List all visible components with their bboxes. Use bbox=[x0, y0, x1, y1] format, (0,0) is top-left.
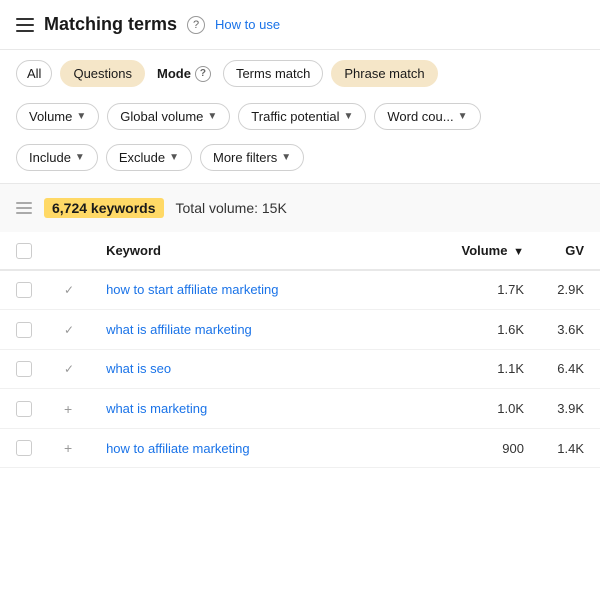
row-checkbox-cell bbox=[0, 389, 48, 429]
row-action-cell: + bbox=[48, 428, 90, 468]
row-checkbox[interactable] bbox=[16, 282, 32, 298]
volume-cell: 1.6K bbox=[445, 310, 540, 350]
exclude-chevron-icon: ▼ bbox=[169, 152, 179, 163]
all-filter-button[interactable]: All bbox=[16, 60, 52, 87]
gv-cell: 1.4K bbox=[540, 428, 600, 468]
gv-cell: 3.9K bbox=[540, 389, 600, 429]
keyword-cell: what is affiliate marketing bbox=[90, 310, 445, 350]
header-action-cell bbox=[48, 232, 90, 270]
word-count-chevron-icon: ▼ bbox=[458, 111, 468, 122]
table-row: ✓ what is affiliate marketing 1.6K 3.6K bbox=[0, 310, 600, 350]
header: Matching terms ? How to use bbox=[0, 0, 600, 50]
volume-cell: 1.7K bbox=[445, 270, 540, 310]
keyword-cell: how to start affiliate marketing bbox=[90, 270, 445, 310]
keyword-cell: how to affiliate marketing bbox=[90, 428, 445, 468]
global-volume-filter-button[interactable]: Global volume ▼ bbox=[107, 103, 230, 130]
check-icon: ✓ bbox=[64, 323, 74, 337]
exclude-filter-button[interactable]: Exclude ▼ bbox=[106, 144, 192, 171]
row-checkbox[interactable] bbox=[16, 361, 32, 377]
select-all-checkbox[interactable] bbox=[16, 243, 32, 259]
volume-sort-icon: ▼ bbox=[513, 246, 524, 258]
volume-column-header[interactable]: Volume ▼ bbox=[445, 232, 540, 270]
menu-icon[interactable] bbox=[16, 18, 34, 32]
row-action-cell: ✓ bbox=[48, 310, 90, 350]
table-row: ✓ how to start affiliate marketing 1.7K … bbox=[0, 270, 600, 310]
traffic-potential-chevron-icon: ▼ bbox=[343, 111, 353, 122]
volume-cell: 900 bbox=[445, 428, 540, 468]
check-icon: ✓ bbox=[64, 362, 74, 376]
mode-label: Mode ? bbox=[153, 61, 215, 87]
mode-help-icon[interactable]: ? bbox=[195, 66, 211, 82]
keyword-count-badge: 6,724 keywords bbox=[44, 198, 164, 218]
row-checkbox-cell bbox=[0, 310, 48, 350]
header-checkbox-cell bbox=[0, 232, 48, 270]
terms-match-button[interactable]: Terms match bbox=[223, 60, 323, 87]
page-title: Matching terms bbox=[44, 14, 177, 35]
how-to-use-link[interactable]: How to use bbox=[215, 17, 280, 32]
total-volume-text: Total volume: 15K bbox=[176, 200, 287, 216]
table-header-row: Keyword Volume ▼ GV bbox=[0, 232, 600, 270]
volume-chevron-icon: ▼ bbox=[76, 111, 86, 122]
word-count-filter-button[interactable]: Word cou... ▼ bbox=[374, 103, 480, 130]
global-volume-chevron-icon: ▼ bbox=[207, 111, 217, 122]
drag-icon[interactable] bbox=[16, 202, 32, 214]
filter-bar-2: Volume ▼ Global volume ▼ Traffic potenti… bbox=[0, 97, 600, 140]
row-action-cell: ✓ bbox=[48, 349, 90, 389]
include-chevron-icon: ▼ bbox=[75, 152, 85, 163]
gv-cell: 3.6K bbox=[540, 310, 600, 350]
plus-icon: + bbox=[64, 401, 72, 417]
row-action-cell: ✓ bbox=[48, 270, 90, 310]
row-checkbox[interactable] bbox=[16, 322, 32, 338]
keyword-link[interactable]: what is marketing bbox=[106, 401, 207, 416]
filter-bar-3: Include ▼ Exclude ▼ More filters ▼ bbox=[0, 140, 600, 183]
plus-icon: + bbox=[64, 440, 72, 456]
row-checkbox-cell bbox=[0, 428, 48, 468]
keyword-cell: what is marketing bbox=[90, 389, 445, 429]
volume-cell: 1.1K bbox=[445, 349, 540, 389]
table-row: ✓ what is seo 1.1K 6.4K bbox=[0, 349, 600, 389]
phrase-match-button[interactable]: Phrase match bbox=[331, 60, 437, 87]
table-row: + what is marketing 1.0K 3.9K bbox=[0, 389, 600, 429]
more-filters-button[interactable]: More filters ▼ bbox=[200, 144, 304, 171]
questions-filter-button[interactable]: Questions bbox=[60, 60, 145, 87]
gv-cell: 2.9K bbox=[540, 270, 600, 310]
volume-cell: 1.0K bbox=[445, 389, 540, 429]
row-checkbox-cell bbox=[0, 270, 48, 310]
keyword-link[interactable]: what is seo bbox=[106, 361, 171, 376]
traffic-potential-filter-button[interactable]: Traffic potential ▼ bbox=[238, 103, 366, 130]
summary-bar: 6,724 keywords Total volume: 15K bbox=[0, 184, 600, 232]
table-row: + how to affiliate marketing 900 1.4K bbox=[0, 428, 600, 468]
row-action-cell: + bbox=[48, 389, 90, 429]
filter-bar-1: All Questions Mode ? Terms match Phrase … bbox=[0, 50, 600, 97]
keyword-column-header: Keyword bbox=[90, 232, 445, 270]
row-checkbox[interactable] bbox=[16, 401, 32, 417]
keywords-table: Keyword Volume ▼ GV ✓ how to start affil… bbox=[0, 232, 600, 468]
volume-filter-button[interactable]: Volume ▼ bbox=[16, 103, 99, 130]
gv-column-header: GV bbox=[540, 232, 600, 270]
row-checkbox-cell bbox=[0, 349, 48, 389]
more-filters-chevron-icon: ▼ bbox=[281, 152, 291, 163]
keyword-link[interactable]: how to start affiliate marketing bbox=[106, 282, 278, 297]
include-filter-button[interactable]: Include ▼ bbox=[16, 144, 98, 171]
row-checkbox[interactable] bbox=[16, 440, 32, 456]
keyword-link[interactable]: how to affiliate marketing bbox=[106, 441, 250, 456]
keyword-link[interactable]: what is affiliate marketing bbox=[106, 322, 252, 337]
gv-cell: 6.4K bbox=[540, 349, 600, 389]
keyword-cell: what is seo bbox=[90, 349, 445, 389]
check-icon: ✓ bbox=[64, 283, 74, 297]
help-icon[interactable]: ? bbox=[187, 16, 205, 34]
